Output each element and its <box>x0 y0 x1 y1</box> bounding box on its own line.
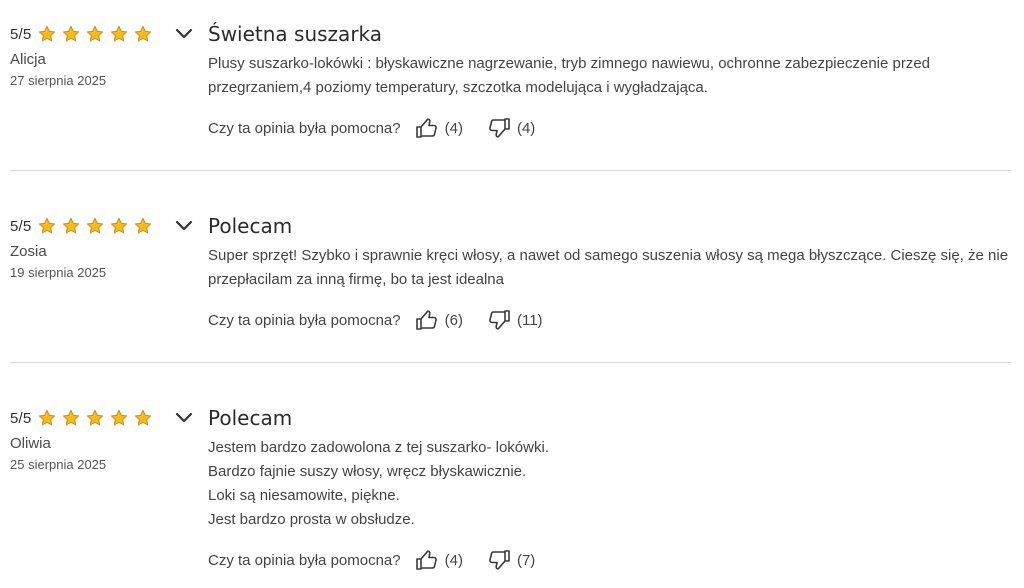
helpful-question: Czy ta opinia była pomocna? <box>208 311 401 329</box>
helpful-no-button[interactable]: (4) <box>487 117 535 139</box>
review-text: Jestem bardzo zadowolona z tej suszarko-… <box>208 436 1008 532</box>
thumbs-down-icon <box>487 309 511 331</box>
star-icon <box>62 409 80 427</box>
helpful-no-button[interactable]: (11) <box>487 309 543 331</box>
review-title: Świetna suszarka <box>208 22 383 46</box>
review-meta: 5/5 Zosia 19 sierpnia 2025 <box>10 214 190 281</box>
thumbs-up-icon <box>415 117 439 139</box>
helpful-no-count: (11) <box>516 311 543 329</box>
rating: 5/5 <box>10 406 190 430</box>
review-item: 5/5 Oliwia 25 sierpnia 2025 Polecam Jest… <box>0 384 1024 588</box>
chevron-down-icon[interactable] <box>174 409 194 427</box>
review-date: 27 sierpnia 2025 <box>10 73 107 88</box>
review-text-line: Bardzo fajnie suszy włosy, wręcz błyskaw… <box>208 463 527 480</box>
divider <box>10 362 1011 363</box>
review-item: 5/5 Alicja 27 sierpnia 2025 Świetna susz… <box>0 0 1024 170</box>
review-author: Oliwia <box>10 435 51 452</box>
star-icon <box>38 409 56 427</box>
star-icon <box>86 217 104 235</box>
thumbs-down-icon <box>487 117 511 139</box>
star-icon <box>110 409 128 427</box>
helpful-yes-count: (4) <box>444 551 463 569</box>
thumbs-up-icon <box>415 309 439 331</box>
star-icon <box>86 25 104 43</box>
helpful-no-count: (7) <box>516 551 536 569</box>
review-text: Plusy suszarko-lokówki : błyskawiczne na… <box>208 52 1008 100</box>
helpful-yes-button[interactable]: (4) <box>415 117 463 139</box>
review-title: Polecam <box>208 406 293 430</box>
rating-score: 5/5 <box>10 25 32 43</box>
review-text: Super sprzęt! Szybko i sprawnie kręci wł… <box>208 244 1008 292</box>
rating-stars <box>38 409 158 427</box>
rating-score: 5/5 <box>10 409 32 427</box>
star-icon <box>62 217 80 235</box>
star-icon <box>110 217 128 235</box>
star-icon <box>134 217 152 235</box>
rating-stars <box>38 217 158 235</box>
review-date: 25 sierpnia 2025 <box>10 457 107 472</box>
helpful-no-count: (4) <box>516 119 536 137</box>
helpful-question: Czy ta opinia była pomocna? <box>208 551 401 569</box>
helpful-row: Czy ta opinia była pomocna? (4) (4) <box>208 116 535 140</box>
helpful-row: Czy ta opinia była pomocna? (4) (7) <box>208 548 535 572</box>
star-icon <box>62 25 80 43</box>
divider <box>10 170 1011 171</box>
review-author: Alicja <box>10 51 46 68</box>
review-item: 5/5 Zosia 19 sierpnia 2025 Polecam Super… <box>0 192 1024 362</box>
rating: 5/5 <box>10 214 190 238</box>
rating-score: 5/5 <box>10 217 32 235</box>
reviews-list: 5/5 Alicja 27 sierpnia 2025 Świetna susz… <box>0 0 1024 588</box>
review-text-line: przepłacilam za inną firmę, bo ta jest i… <box>208 271 504 288</box>
helpful-yes-button[interactable]: (6) <box>415 309 463 331</box>
review-text-line: przegrzaniem,4 poziomy temperatury, szcz… <box>208 79 708 96</box>
review-text-line: Jestem bardzo zadowolona z tej suszarko-… <box>208 439 549 456</box>
helpful-question: Czy ta opinia była pomocna? <box>208 119 401 137</box>
star-icon <box>86 409 104 427</box>
chevron-down-icon[interactable] <box>174 25 194 43</box>
review-text-line: Super sprzęt! Szybko i sprawnie kręci wł… <box>208 247 1009 264</box>
helpful-row: Czy ta opinia była pomocna? (6) (11) <box>208 308 543 332</box>
helpful-yes-count: (4) <box>444 119 463 137</box>
review-content: Świetna suszarka Plusy suszarko-lokówki … <box>208 20 1008 100</box>
helpful-yes-count: (6) <box>444 311 463 329</box>
review-content: Polecam Jestem bardzo zadowolona z tej s… <box>208 404 1008 532</box>
review-date: 19 sierpnia 2025 <box>10 265 107 280</box>
review-meta: 5/5 Oliwia 25 sierpnia 2025 <box>10 406 190 473</box>
review-text-line: Loki są niesamowite, piękne. <box>208 487 400 504</box>
review-text-line: Jest bardzo prosta w obsłudze. <box>208 511 415 528</box>
star-icon <box>110 25 128 43</box>
helpful-yes-button[interactable]: (4) <box>415 549 463 571</box>
thumbs-down-icon <box>487 549 511 571</box>
review-text-line: Plusy suszarko-lokówki : błyskawiczne na… <box>208 55 931 72</box>
star-icon <box>38 217 56 235</box>
helpful-no-button[interactable]: (7) <box>487 549 535 571</box>
review-meta: 5/5 Alicja 27 sierpnia 2025 <box>10 22 190 89</box>
rating: 5/5 <box>10 22 190 46</box>
chevron-down-icon[interactable] <box>174 217 194 235</box>
review-author: Zosia <box>10 243 47 260</box>
star-icon <box>134 25 152 43</box>
star-icon <box>134 409 152 427</box>
review-content: Polecam Super sprzęt! Szybko i sprawnie … <box>208 212 1008 292</box>
thumbs-up-icon <box>415 549 439 571</box>
star-icon <box>38 25 56 43</box>
rating-stars <box>38 25 158 43</box>
review-title: Polecam <box>208 214 293 238</box>
